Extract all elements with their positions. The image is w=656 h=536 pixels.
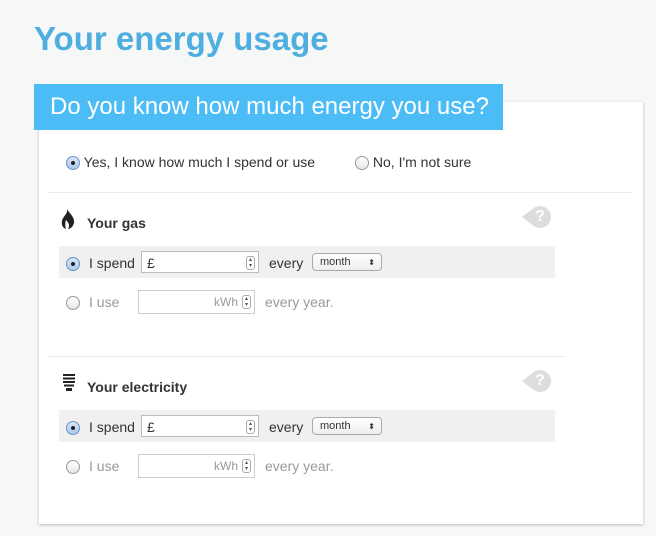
divider [48, 356, 565, 357]
question-banner: Do you know how much energy you use? [34, 84, 503, 130]
electricity-period-value: month [320, 420, 351, 432]
electricity-kwh-input[interactable]: kWh ▴ ▾ [138, 454, 255, 478]
gas-every-label: every [269, 255, 304, 271]
electricity-every-year: every year. [265, 458, 334, 474]
stepper-icon[interactable]: ▴ ▾ [242, 295, 251, 309]
currency-symbol: £ [147, 255, 155, 271]
radio-yes[interactable] [66, 156, 80, 171]
electricity-every-label: every [269, 419, 304, 435]
gas-kwh-input[interactable]: kWh ▴ ▾ [138, 290, 255, 314]
electricity-period-select[interactable]: month ⬍ [312, 417, 382, 435]
electricity-heading: Your electricity [87, 379, 188, 395]
option-yes[interactable]: Yes, I know how much I spend or use [66, 154, 316, 171]
electricity-spend-label: I spend [89, 419, 135, 435]
electricity-spend-radio[interactable] [66, 421, 80, 435]
lightbulb-icon [63, 374, 75, 391]
option-yes-label: Yes, I know how much I spend or use [83, 154, 316, 170]
gas-use-radio[interactable] [66, 296, 80, 310]
stepper-icon[interactable]: ▴ ▾ [246, 256, 255, 270]
electricity-spend-input[interactable]: £ ▴ ▾ [141, 415, 259, 437]
gas-heading: Your gas [87, 215, 146, 231]
option-no-label: No, I'm not sure [372, 154, 472, 170]
currency-symbol: £ [147, 419, 155, 435]
gas-period-select[interactable]: month ⬍ [312, 253, 382, 271]
flame-icon [61, 209, 75, 229]
electricity-help-icon[interactable]: ? [522, 370, 551, 392]
select-arrows-icon: ⬍ [368, 422, 375, 431]
divider [48, 192, 632, 193]
unit-label: kWh [214, 459, 238, 473]
radio-no[interactable] [355, 156, 369, 171]
gas-help-icon[interactable]: ? [522, 206, 551, 228]
select-arrows-icon: ⬍ [368, 258, 375, 267]
gas-spend-radio[interactable] [66, 257, 80, 271]
stepper-icon[interactable]: ▴ ▾ [242, 459, 251, 473]
electricity-use-label: I use [89, 458, 120, 474]
gas-period-value: month [320, 256, 351, 268]
stepper-icon[interactable]: ▴ ▾ [246, 420, 255, 434]
gas-spend-label: I spend [89, 255, 135, 271]
option-no[interactable]: No, I'm not sure [355, 154, 472, 171]
unit-label: kWh [214, 295, 238, 309]
gas-use-label: I use [89, 294, 120, 310]
gas-every-year: every year. [265, 294, 334, 310]
page-title: Your energy usage [34, 20, 329, 57]
gas-spend-input[interactable]: £ ▴ ▾ [141, 251, 259, 273]
electricity-use-radio[interactable] [66, 460, 80, 474]
